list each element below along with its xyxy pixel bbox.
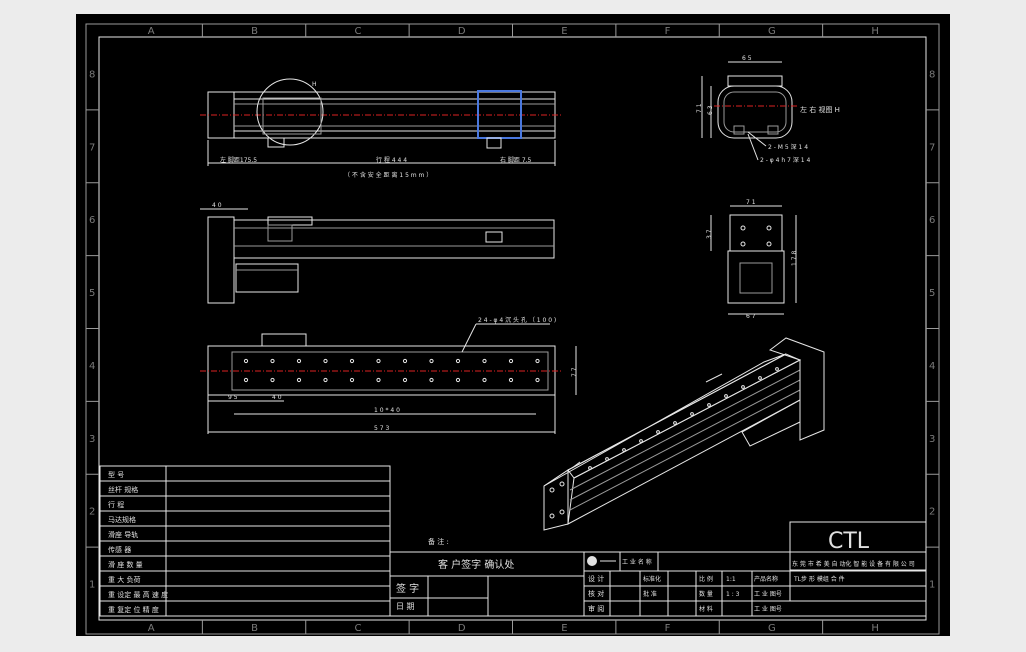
spec-row-label: 重 设定 最 高 速 度 [108,590,168,599]
zone-row-7-right: 7 [929,142,935,153]
zone-row-8-left: 8 [89,69,95,80]
dim-end-width: 6 5 [742,55,752,62]
zone-col-a-top: A [148,26,155,37]
zone-col-d-top: D [458,26,466,37]
part-no-label: 工 业 图号 [754,605,782,613]
end-view-note-2: 2 - φ 4 h 7 深 1 4 [760,156,810,164]
stroke-note: （ 不 含 安 全 距 离 1 5 m m ） [344,171,432,179]
zone-col-a-bottom: A [148,623,155,634]
spec-row-label: 型 号 [108,470,124,479]
spec-row-label: 重 复定 位 精 度 [108,605,159,614]
isometric-view [543,337,825,531]
dim-height: 7 7 [571,367,578,377]
motor-view: 7 1 3 7 1 7 8 6 7 [706,199,798,320]
end-view: 6 5 7 1 6 3 左 右 视图 H 2 - M 5 深 1 4 2 - φ… [696,55,840,164]
company-logo: CTL [828,529,870,554]
zone-col-e-bottom: E [561,623,567,634]
dim-left-margin: 左 脚距175.5 [220,156,257,164]
detail-circle [256,78,324,146]
zone-col-f-top: F [665,26,671,37]
zone-col-h-bottom: H [871,623,879,634]
project-label: 工 业 名 称 [622,558,652,566]
dim-motor-width: 7 1 [746,199,756,206]
title-block: CTL 东 莞 市 希 美 自 动化 智 能 设 备 有 限 公 司 工 业 名… [583,521,927,617]
zone-row-1-right: 1 [929,580,935,591]
zone-row-5-left: 5 [89,288,95,299]
end-view-note-1: 2 - M 5 深 1 4 [768,143,808,151]
material-label: 材 料 [699,605,713,613]
projection-symbol-icon [587,556,597,566]
approver-label: 审 阅 [588,604,604,613]
spec-row-label: 重 大 负荷 [108,575,140,584]
standard-label: 标准化 [643,575,661,583]
zone-row-7-left: 7 [89,142,95,153]
remark-label: 备 注 : [428,537,449,546]
top-view: H 左 脚距175.5 行 程 4 4 4 右 脚距 7.5 （ 不 含 安 全… [200,78,562,179]
spec-row-label: 马达规格 [108,515,136,524]
spec-row-label: 传感 器 [108,545,131,554]
designer-label: 设 计 [588,574,604,583]
spec-row-label: 行 程 [108,500,124,509]
scale-value: 1:1 [726,576,736,583]
bottom-view: 2 4 - φ 4 沉 头 孔 （ 1 0 0 ) 7 7 9 5 4 0 1 … [200,316,578,434]
zone-row-4-left: 4 [89,361,95,372]
product-name-label: 产品名称 [754,575,778,583]
zone-col-h-top: H [871,26,879,37]
approval-label: 批 准 [643,590,657,598]
zone-row-3-left: 3 [89,434,95,445]
zone-col-g-top: G [768,26,776,37]
date-label: 日 期 [396,602,415,611]
drawing-no-label: 工 业 图号 [754,590,782,598]
signature-label: 签 字 [396,582,419,595]
dim-total: 5 7 3 [374,425,389,432]
zone-row-1-left: 1 [89,580,95,591]
end-view-label: 左 右 视图 H [800,105,840,114]
dim-stroke: 行 程 4 4 4 [376,156,407,164]
dim-pitch: 1 0 * 4 0 [374,407,400,414]
zone-col-f-bottom: F [665,623,671,634]
zone-row-4-right: 4 [929,361,935,372]
spec-table: 型 号丝杆 规格行 程马达规格滑座 导轨传感 器滑 座 数 量重 大 负荷重 设… [99,465,391,617]
ratio-value: 1 : 3 [726,591,740,598]
inner-border [98,36,927,621]
quantity-label: 数 量 [699,590,713,598]
zone-row-8-right: 8 [929,69,935,80]
zone-col-b-bottom: B [251,623,258,634]
cad-drawing: A A B B C C D D E E F F G G H H 8 8 7 7 6 6 5 5 4 4 3 3 2 2 1 1 H 左 脚距1… [85,23,940,635]
dim-motor-bottom: 6 7 [746,313,756,320]
zone-col-b-top: B [251,26,258,37]
front-view: 4 0 [200,202,555,304]
dim-b: 4 0 [272,394,282,401]
spec-row-label: 滑座 导轨 [108,530,138,539]
zone-col-c-bottom: C [354,623,361,634]
zone-row-3-right: 3 [929,434,935,445]
hole-callout: 2 4 - φ 4 沉 头 孔 （ 1 0 0 ) [478,316,556,324]
dim-end-height-b: 6 3 [707,105,714,115]
dim-a: 9 5 [228,394,238,401]
zone-col-c-top: C [354,26,361,37]
zone-row-5-right: 5 [929,288,935,299]
dim-right-margin: 右 脚距 7.5 [500,156,532,164]
scale-label: 比 例 [699,575,713,583]
zone-col-g-bottom: G [768,623,776,634]
zone-row-6-left: 6 [89,215,95,226]
detail-marker: H [312,81,317,88]
spec-row-label: 丝杆 规格 [108,485,138,494]
dim-motor-height-a: 3 7 [706,229,713,239]
spec-row-label: 滑 座 数 量 [108,560,143,569]
zone-row-2-left: 2 [89,507,95,518]
customer-confirmation: 备 注 : 客 户签字 确认处 签 字 日 期 [389,537,585,617]
zone-row-6-right: 6 [929,215,935,226]
company-name: 东 莞 市 希 美 自 动化 智 能 设 备 有 限 公 司 [792,560,915,568]
zone-row-2-right: 2 [929,507,935,518]
drawing-name: TL步 形 模组 合 件 [793,575,845,583]
dim-front-left: 4 0 [212,202,222,209]
dim-motor-height-b: 1 7 8 [791,251,798,266]
customer-title: 客 户签字 确认处 [438,558,514,571]
checker-label: 核 对 [588,589,604,598]
dim-end-height-a: 7 1 [696,103,703,113]
zone-col-d-bottom: D [458,623,466,634]
drawing-canvas: A A B B C C D D E E F F G G H H 8 8 7 7 6 6 5 5 4 4 3 3 2 2 1 1 H 左 脚距1… [76,14,950,636]
zone-col-e-top: E [561,26,567,37]
